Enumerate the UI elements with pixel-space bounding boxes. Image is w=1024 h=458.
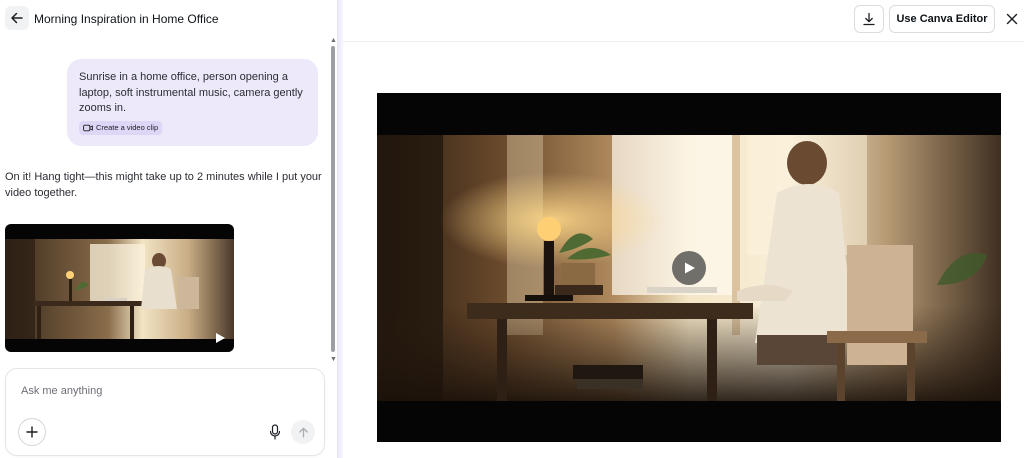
scrollbar-thumb[interactable] [331, 46, 335, 352]
user-message-bubble: Sunrise in a home office, person opening… [67, 59, 318, 146]
use-canva-editor-button[interactable]: Use Canva Editor [889, 5, 995, 33]
video-player[interactable] [377, 93, 1001, 442]
message-composer[interactable]: Ask me anything [5, 368, 325, 456]
scroll-down-arrow[interactable]: ▼ [330, 356, 337, 363]
microphone-icon [269, 424, 281, 440]
plus-icon [26, 426, 38, 438]
video-thumbnail[interactable] [5, 224, 234, 352]
user-message-text: Sunrise in a home office, person opening… [79, 71, 303, 114]
back-button[interactable] [5, 6, 29, 30]
create-video-clip-chip[interactable]: Create a video clip [79, 120, 163, 135]
toolbar-divider [343, 41, 1024, 42]
arrow-left-icon [11, 12, 23, 24]
video-clip-icon [83, 124, 93, 131]
assistant-message-text: On it! Hang tight—this might take up to … [5, 171, 322, 199]
download-icon [863, 12, 875, 26]
add-button[interactable] [18, 418, 46, 446]
send-button[interactable] [291, 420, 315, 444]
chip-label: Create a video clip [96, 123, 159, 132]
composer-input[interactable]: Ask me anything [21, 385, 102, 397]
play-icon [685, 262, 695, 274]
video-thumbnail-image [5, 239, 234, 339]
close-icon [1006, 13, 1018, 25]
microphone-button[interactable] [264, 421, 286, 443]
play-icon [216, 333, 225, 343]
arrow-up-icon [298, 427, 308, 438]
play-button[interactable] [672, 251, 706, 285]
close-button[interactable] [1002, 9, 1022, 29]
scroll-up-arrow[interactable]: ▲ [330, 37, 337, 44]
chat-header: Morning Inspiration in Home Office [0, 0, 337, 40]
page-title: Morning Inspiration in Home Office [34, 12, 219, 26]
download-button[interactable] [854, 5, 884, 33]
chat-panel: Morning Inspiration in Home Office ▲ ▼ S… [0, 0, 337, 458]
